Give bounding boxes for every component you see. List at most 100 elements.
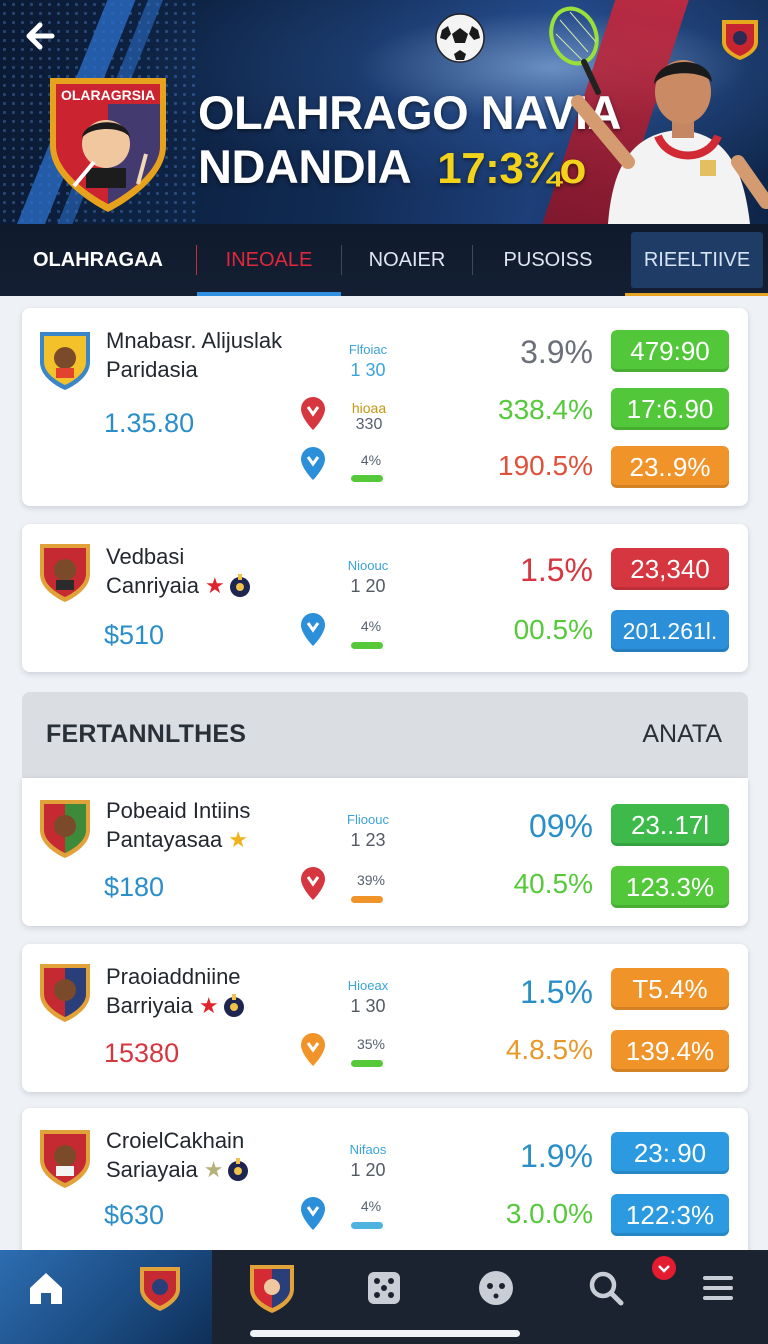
grid-icon[interactable] <box>360 1264 408 1312</box>
star-icon: ★ <box>204 573 225 598</box>
down-pin-blue-icon[interactable] <box>298 612 328 648</box>
value-chip[interactable]: T5.4% <box>611 968 729 1010</box>
medal-icon <box>223 993 244 1017</box>
down-pin-red-icon[interactable] <box>298 396 328 432</box>
value-chip[interactable]: 23:.90 <box>611 1132 729 1174</box>
team-crest-icon <box>40 964 90 1022</box>
value-chip[interactable]: 23,340 <box>611 548 729 590</box>
section-subtitle[interactable]: ANATA <box>642 720 722 749</box>
team-price: $180 <box>104 872 165 902</box>
team-crest-icon <box>40 800 90 858</box>
tab-olahragaa[interactable]: OLAHRAGAA <box>0 224 196 296</box>
section-header: FERTANNLTHES ANATA <box>22 692 748 778</box>
tab-noaier[interactable]: NOAIER <box>342 224 472 296</box>
team-name: Praoiaddniine Barriyaia ★ <box>106 962 245 1020</box>
small-percent: 4% <box>360 1198 382 1214</box>
change-percent: 190.5% <box>498 450 593 481</box>
progress-bar <box>351 475 383 482</box>
value-chip[interactable]: 479:90 <box>611 330 729 372</box>
value-chip[interactable]: 23..9% <box>611 446 729 488</box>
small-percent: 4% <box>360 452 382 468</box>
notification-badge[interactable] <box>652 1256 676 1280</box>
meta-value: 1 20 <box>350 1160 386 1180</box>
down-pin-blue-icon[interactable] <box>298 446 328 482</box>
club-crest-icon: OLARAGRSIA <box>50 78 166 212</box>
team-price: $510 <box>104 620 165 650</box>
small-percent: 39% <box>356 872 386 888</box>
meta-label: Nifaos <box>349 1142 387 1157</box>
market-card[interactable]: Praoiaddniine Barriyaia ★ 15380 Hioeax 1… <box>22 944 748 1092</box>
market-card[interactable]: Mnabasr. Alijuslak Paridasia 1.35.80 Flf… <box>22 308 748 506</box>
progress-bar <box>351 896 383 903</box>
team-name-line2: Pantayasaa <box>106 827 223 852</box>
team-name-line1: Vedbasi <box>106 544 185 569</box>
small-percent: 35% <box>356 1036 386 1052</box>
change-percent: 00.5% <box>513 614 593 645</box>
team-name: CroielCakhain Sariayaia ★ <box>106 1126 249 1184</box>
value-chip[interactable]: 23..17l <box>611 804 729 846</box>
team-name-line1: Praoiaddniine <box>106 964 241 989</box>
value-chip[interactable]: 139.4% <box>611 1030 729 1072</box>
medal-icon <box>228 1157 249 1181</box>
mini-value: 330 <box>355 416 383 433</box>
menu-icon[interactable] <box>694 1264 742 1312</box>
club-crest-label: OLARAGRSIA <box>61 87 155 103</box>
value-chip[interactable]: 123.3% <box>611 866 729 908</box>
change-percent: 3.0.0% <box>505 1198 593 1229</box>
market-card[interactable]: Vedbasi Canriyaia ★ $510 Nioouc 1 20 4% … <box>22 524 748 672</box>
meta-value: 1 30 <box>350 996 386 1016</box>
progress-bar <box>351 1222 383 1229</box>
down-pin-orange-icon[interactable] <box>298 1032 328 1068</box>
team-name-line2: Canriyaia <box>106 573 199 598</box>
down-pin-blue-icon[interactable] <box>298 1196 328 1232</box>
meta-label: Hioeax <box>347 978 389 993</box>
progress-bar <box>351 642 383 649</box>
team-name: Vedbasi Canriyaia ★ <box>106 542 251 600</box>
team-name: Mnabasr. Alijuslak Paridasia <box>106 326 282 384</box>
league-badge-icon[interactable] <box>720 16 760 62</box>
team-name-line2: Paridasia <box>106 357 198 382</box>
team-name-line1: Mnabasr. Alijuslak <box>106 328 283 353</box>
home-icon[interactable] <box>22 1264 70 1312</box>
meta-label: Flioouc <box>347 812 389 827</box>
tab-rieeltiive[interactable]: RIEELTIIVE <box>625 232 768 296</box>
team-name-line1: CroielCakhain <box>106 1128 245 1153</box>
meta-label: Nioouc <box>347 558 389 573</box>
crest-icon[interactable] <box>248 1264 296 1313</box>
meta-value: 1 30 <box>350 360 386 380</box>
change-percent: 1.5% <box>520 974 593 1010</box>
team-price: 1.35.80 <box>104 408 195 438</box>
down-pin-red-icon[interactable] <box>298 866 328 902</box>
team-name-line2: Sariayaia <box>106 1157 198 1182</box>
category-tabs: OLAHRAGAA INEOALE NOAIER PUSOISS RIEELTI… <box>0 224 768 296</box>
market-card[interactable]: Pobeaid Intiins Pantayasaa ★ $180 Flioou… <box>22 778 748 926</box>
hero-title: OLAHRAGO NAVIA NDANDIA 17:3¾o <box>198 86 621 196</box>
search-icon[interactable] <box>582 1264 630 1312</box>
tab-ineoale[interactable]: INEOALE <box>197 224 341 296</box>
change-percent: 4.8.5% <box>505 1034 593 1065</box>
small-percent: 4% <box>360 618 382 634</box>
team-crest-icon <box>40 332 90 390</box>
team-price: 15380 <box>104 1038 180 1068</box>
meta-value: 1 20 <box>350 576 386 596</box>
team-crest-nav-icon[interactable] <box>136 1264 184 1312</box>
team-name-line2: Barriyaia <box>106 993 193 1018</box>
change-percent: 1.9% <box>520 1138 593 1174</box>
value-chip[interactable]: 122:3% <box>611 1194 729 1236</box>
face-icon[interactable] <box>472 1264 520 1312</box>
change-percent: 3.9% <box>520 334 593 370</box>
back-arrow-icon[interactable] <box>22 16 62 56</box>
soccer-ball-icon <box>435 13 485 63</box>
progress-bar <box>351 1060 383 1067</box>
hero-score: 17:3¾o <box>437 144 586 193</box>
tab-pusoiss[interactable]: PUSOISS <box>473 224 623 296</box>
meta-value: 1 23 <box>350 830 386 850</box>
meta-label: Flfoiac <box>348 342 388 357</box>
value-chip[interactable]: 201.261l. <box>611 610 729 652</box>
team-price: $630 <box>104 1200 165 1230</box>
value-chip[interactable]: 17:6.90 <box>611 388 729 430</box>
team-crest-icon <box>40 544 90 602</box>
market-card[interactable]: CroielCakhain Sariayaia ★ $630 Nifaos 1 … <box>22 1108 748 1256</box>
star-icon: ★ <box>198 993 219 1018</box>
hero-banner: OLARAGRSIA OLAHRAGO NAVIA NDANDIA 17:3¾o <box>0 0 768 224</box>
